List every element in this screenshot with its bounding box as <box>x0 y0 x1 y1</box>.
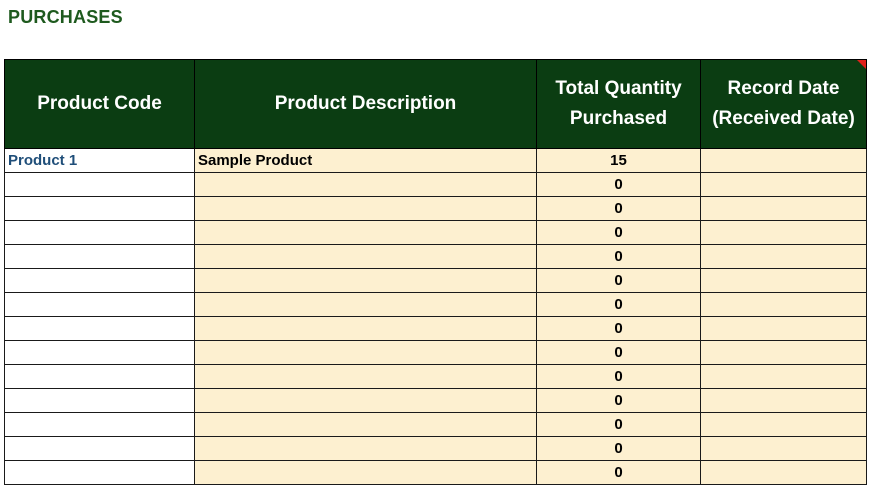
header-product-code[interactable]: Product Code <box>4 59 195 149</box>
record-date-cell[interactable] <box>700 220 867 245</box>
product-code-cell[interactable] <box>4 292 195 317</box>
product-description-cell[interactable] <box>194 364 537 389</box>
product-description-cell[interactable] <box>194 172 537 197</box>
record-date-cell[interactable] <box>700 196 867 221</box>
product-description-cell[interactable] <box>194 268 537 293</box>
table-row: 0 <box>4 316 867 341</box>
product-code-cell[interactable] <box>4 460 195 485</box>
total-quantity-cell[interactable]: 0 <box>536 460 701 485</box>
table-row: 0 <box>4 268 867 293</box>
header-product-code-label: Product Code <box>37 93 162 114</box>
header-product-description[interactable]: Product Description <box>194 59 537 149</box>
product-code-cell[interactable] <box>4 268 195 293</box>
total-quantity-cell[interactable]: 0 <box>536 172 701 197</box>
page-title: PURCHASES <box>8 7 123 27</box>
table-row: 0 <box>4 220 867 245</box>
total-quantity-cell[interactable]: 0 <box>536 268 701 293</box>
product-code-cell[interactable] <box>4 316 195 341</box>
table-row: 0 <box>4 340 867 365</box>
product-description-cell[interactable] <box>194 292 537 317</box>
product-code-cell[interactable] <box>4 364 195 389</box>
total-quantity-cell[interactable]: 15 <box>536 148 701 173</box>
product-description-cell[interactable] <box>194 460 537 485</box>
table-row: 0 <box>4 364 867 389</box>
total-quantity-cell[interactable]: 0 <box>536 220 701 245</box>
product-code-cell[interactable] <box>4 220 195 245</box>
record-date-cell[interactable] <box>700 340 867 365</box>
product-description-cell[interactable] <box>194 220 537 245</box>
record-date-cell[interactable] <box>700 244 867 269</box>
header-total-quantity[interactable]: Total Quantity Purchased <box>536 59 701 149</box>
total-quantity-cell[interactable]: 0 <box>536 412 701 437</box>
table-row: 0 <box>4 436 867 461</box>
product-code-cell[interactable] <box>4 172 195 197</box>
total-quantity-cell[interactable]: 0 <box>536 388 701 413</box>
record-date-cell[interactable] <box>700 460 867 485</box>
table-row: Product 1 Sample Product 15 <box>4 148 867 173</box>
table-row: 0 <box>4 388 867 413</box>
product-description-cell[interactable] <box>194 388 537 413</box>
total-quantity-cell[interactable]: 0 <box>536 196 701 221</box>
purchases-table: Product Code Product Description Total Q… <box>4 59 867 485</box>
header-total-quantity-line2: Purchased <box>569 108 668 129</box>
table-row: 0 <box>4 292 867 317</box>
product-code-cell[interactable] <box>4 388 195 413</box>
header-record-date-line1: Record Date <box>727 78 840 99</box>
table-row: 0 <box>4 412 867 437</box>
product-description-cell[interactable] <box>194 436 537 461</box>
total-quantity-cell[interactable]: 0 <box>536 436 701 461</box>
product-description-cell[interactable] <box>194 196 537 221</box>
comment-indicator-icon[interactable] <box>857 60 866 69</box>
record-date-cell[interactable] <box>700 412 867 437</box>
table-row: 0 <box>4 172 867 197</box>
product-description-cell[interactable] <box>194 340 537 365</box>
total-quantity-cell[interactable]: 0 <box>536 364 701 389</box>
total-quantity-cell[interactable]: 0 <box>536 340 701 365</box>
header-total-quantity-line1: Total Quantity <box>555 78 682 99</box>
product-code-cell[interactable] <box>4 436 195 461</box>
record-date-cell[interactable] <box>700 364 867 389</box>
record-date-cell[interactable] <box>700 148 867 173</box>
table-row: 0 <box>4 244 867 269</box>
header-record-date-line2: (Received Date) <box>712 108 855 129</box>
table-row: 0 <box>4 196 867 221</box>
product-code-cell[interactable] <box>4 196 195 221</box>
product-code-cell[interactable] <box>4 340 195 365</box>
product-description-cell[interactable] <box>194 412 537 437</box>
record-date-cell[interactable] <box>700 436 867 461</box>
record-date-cell[interactable] <box>700 388 867 413</box>
header-record-date[interactable]: Record Date (Received Date) <box>700 59 867 149</box>
product-description-cell[interactable] <box>194 316 537 341</box>
product-code-cell[interactable] <box>4 244 195 269</box>
product-description-cell[interactable]: Sample Product <box>194 148 537 173</box>
record-date-cell[interactable] <box>700 268 867 293</box>
total-quantity-cell[interactable]: 0 <box>536 244 701 269</box>
product-description-cell[interactable] <box>194 244 537 269</box>
total-quantity-cell[interactable]: 0 <box>536 292 701 317</box>
product-code-cell[interactable] <box>4 412 195 437</box>
record-date-cell[interactable] <box>700 172 867 197</box>
total-quantity-cell[interactable]: 0 <box>536 316 701 341</box>
record-date-cell[interactable] <box>700 316 867 341</box>
table-row: 0 <box>4 460 867 485</box>
header-row: Product Code Product Description Total Q… <box>4 59 867 149</box>
header-product-description-label: Product Description <box>274 93 457 114</box>
product-code-cell[interactable]: Product 1 <box>4 148 195 173</box>
record-date-cell[interactable] <box>700 292 867 317</box>
